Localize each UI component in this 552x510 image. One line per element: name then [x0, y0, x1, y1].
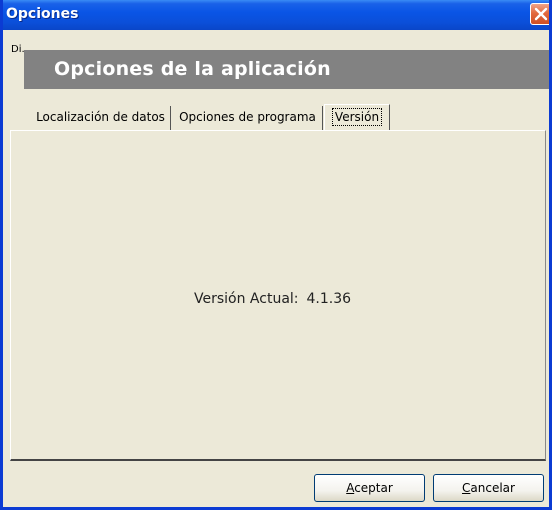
tab-localizacion[interactable]: Localización de datos	[31, 106, 171, 130]
tab-label: Localización de datos	[36, 110, 165, 124]
version-panel: Versión Actual: 4.1.36	[10, 130, 546, 461]
options-dialog: Opciones Di... Opciones de la aplicación…	[0, 0, 552, 510]
tab-version[interactable]: Versión	[324, 104, 390, 131]
version-row: Versión Actual: 4.1.36	[194, 291, 351, 307]
close-button[interactable]	[530, 3, 549, 25]
tab-label: Versión	[331, 108, 383, 126]
accept-button[interactable]: Aceptar	[314, 474, 425, 502]
version-label: Versión Actual:	[194, 291, 299, 307]
cancel-button[interactable]: Cancelar	[433, 474, 544, 502]
banner-title: Opciones de la aplicación	[54, 58, 331, 80]
title-bar[interactable]: Opciones	[3, 0, 549, 30]
version-value: 4.1.36	[306, 291, 352, 307]
window-title: Opciones	[6, 6, 79, 22]
tab-opciones-programa[interactable]: Opciones de programa	[173, 106, 323, 130]
close-icon	[534, 7, 548, 21]
header-banner: Opciones de la aplicación	[24, 50, 549, 89]
tab-label: Opciones de programa	[179, 110, 316, 124]
